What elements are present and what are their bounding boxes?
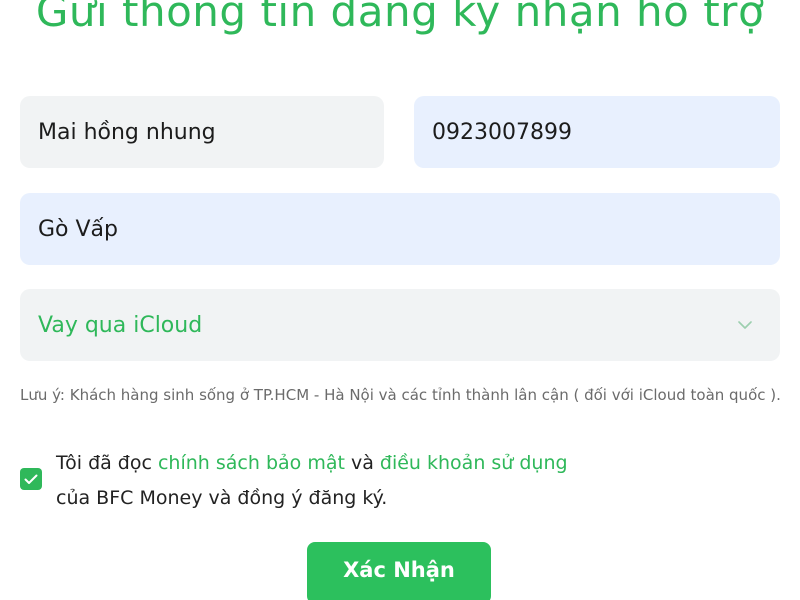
address-input-value: Gò Vấp	[38, 216, 118, 242]
submit-button[interactable]: Xác Nhận	[307, 542, 491, 600]
loan-type-selected-value: Vay qua iCloud	[38, 312, 203, 338]
agreement-prefix: Tôi đã đọc	[56, 452, 158, 474]
agree-checkbox[interactable]	[20, 468, 42, 490]
privacy-policy-link[interactable]: chính sách bảo mật	[158, 452, 345, 474]
form-title: Gửi thông tin đăng ký nhận hỗ trợ	[35, 0, 765, 36]
registration-form-page: Gửi thông tin đăng ký nhận hỗ trợ Mai hồ…	[0, 0, 800, 600]
agreement-line-1: Tôi đã đọc chính sách bảo mật và điều kh…	[56, 446, 776, 481]
name-input-value: Mai hồng nhung	[38, 119, 216, 145]
phone-input-value: 0923007899	[432, 119, 572, 145]
check-icon	[24, 470, 38, 489]
note-text: Lưu ý: Khách hàng sinh sống ở TP.HCM - H…	[20, 386, 781, 404]
terms-of-use-link[interactable]: điều khoản sử dụng	[380, 452, 568, 474]
agreement-middle: và	[344, 452, 380, 474]
loan-type-select[interactable]: Vay qua iCloud	[20, 289, 780, 361]
phone-input[interactable]: 0923007899	[414, 96, 780, 168]
agreement-text: Tôi đã đọc chính sách bảo mật và điều kh…	[56, 446, 776, 516]
name-input[interactable]: Mai hồng nhung	[20, 96, 384, 168]
address-input[interactable]: Gò Vấp	[20, 193, 780, 265]
chevron-down-icon	[734, 314, 756, 336]
agreement-line-2: của BFC Money và đồng ý đăng ký.	[56, 487, 388, 509]
